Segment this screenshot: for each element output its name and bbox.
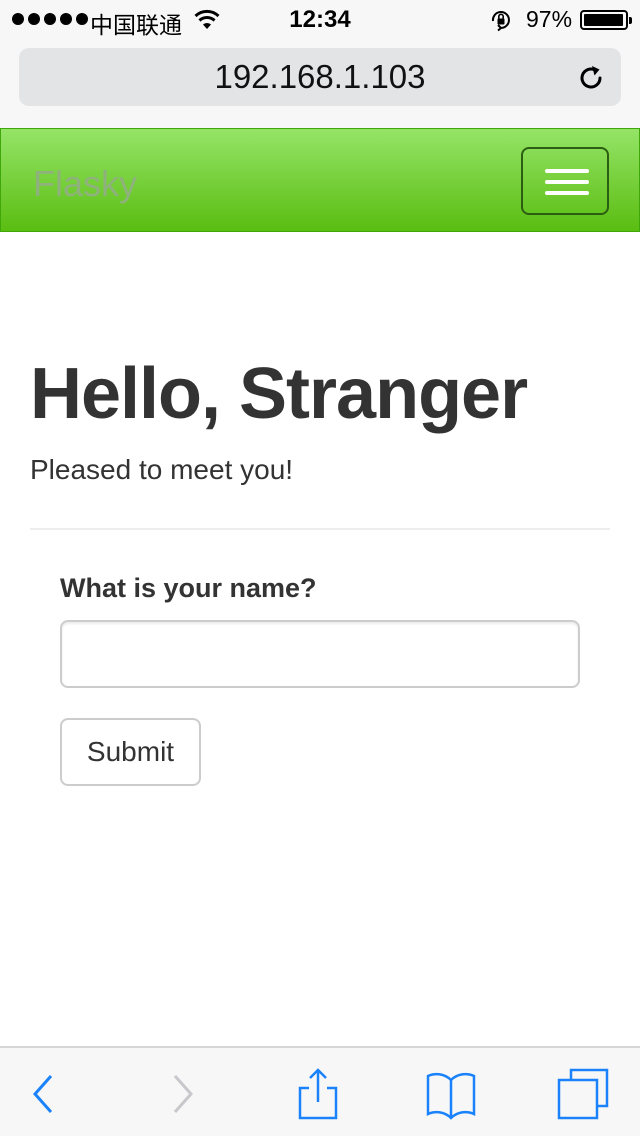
orientation-lock-icon [491,11,510,32]
back-arrow-icon[interactable] [15,1066,71,1122]
browser-address-area: 192.168.1.103 [0,40,640,128]
page-subtitle: Pleased to meet you! [30,454,294,485]
address-bar[interactable]: 192.168.1.103 [19,48,621,106]
navbar-toggle-button[interactable] [521,147,609,215]
bookmarks-icon[interactable] [423,1066,479,1122]
reload-icon[interactable] [576,63,606,93]
submit-button[interactable]: Submit [60,718,201,786]
name-field-label: What is your name? [60,573,317,603]
name-input[interactable] [60,620,580,688]
navbar: Flasky [0,128,640,232]
phone-screen: 中国联通 12:34 97% 192.168.1.103 Flasky Hell… [0,0,640,1136]
battery-percentage: 97% [526,6,573,32]
status-bar: 中国联通 12:34 97% [0,0,640,40]
browser-toolbar [0,1046,640,1136]
share-icon[interactable] [290,1066,346,1122]
page-title: Hello, Stranger [30,354,528,434]
divider [30,528,610,530]
battery-fill [584,14,623,26]
url-text[interactable]: 192.168.1.103 [19,58,621,96]
forward-arrow-icon[interactable] [155,1066,211,1122]
battery-icon [580,10,632,30]
navbar-brand[interactable]: Flasky [33,163,137,205]
tabs-icon[interactable] [555,1066,611,1122]
